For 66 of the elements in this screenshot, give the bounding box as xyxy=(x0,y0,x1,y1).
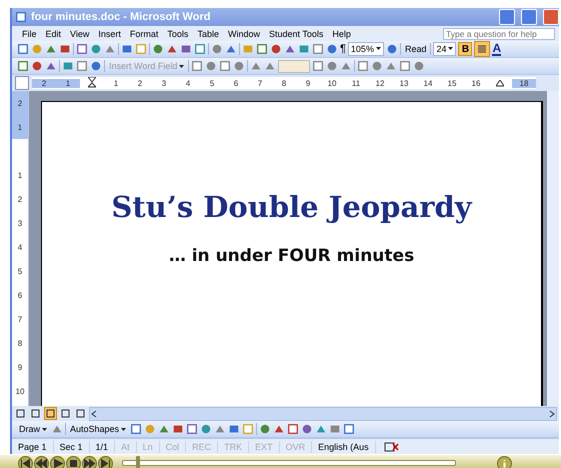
caret-icon[interactable] xyxy=(42,428,48,432)
bold-button[interactable]: B xyxy=(458,42,472,56)
close-button[interactable] xyxy=(543,9,559,25)
stop-icon[interactable] xyxy=(66,456,81,468)
draw-menu-button[interactable]: Draw xyxy=(17,424,50,434)
rewind-icon[interactable] xyxy=(34,456,49,468)
document-heading: Stu’s Double Jeopardy xyxy=(111,190,472,224)
read-button[interactable]: Read xyxy=(402,44,428,54)
caret-icon[interactable] xyxy=(121,428,126,432)
indent-marker-icon[interactable] xyxy=(88,77,96,89)
maximize-button[interactable] xyxy=(521,9,537,25)
caret-icon[interactable] xyxy=(376,47,381,51)
caret-icon[interactable] xyxy=(448,47,454,51)
skip-start-icon[interactable] xyxy=(18,456,33,468)
scroll-left-icon[interactable] xyxy=(90,410,98,418)
zoom-dropdown[interactable]: 105% xyxy=(348,42,384,56)
status-field: EXT xyxy=(249,440,280,452)
menu-item[interactable]: Window xyxy=(228,28,260,38)
horizontal-scrollbar[interactable] xyxy=(89,406,557,420)
menu-item[interactable]: File xyxy=(22,28,37,38)
menu-item[interactable]: Tools xyxy=(167,28,188,38)
skip-end-icon[interactable] xyxy=(98,456,113,468)
font-size-dropdown[interactable]: 24 xyxy=(433,42,456,56)
vertical-scrollbar[interactable] xyxy=(547,91,559,406)
status-field: Ln xyxy=(136,440,160,452)
status-field: 1/1 xyxy=(90,440,116,452)
help-search-field[interactable]: Type a question for help xyxy=(443,28,555,40)
fast-forward-icon[interactable] xyxy=(82,456,97,468)
align-button[interactable] xyxy=(474,41,490,57)
menu-item[interactable]: Student Tools xyxy=(268,28,324,38)
status-field: At xyxy=(115,440,137,452)
pilcrow-button[interactable]: ¶ xyxy=(340,43,346,55)
menu-item[interactable]: Help xyxy=(332,28,351,38)
status-field: TRK xyxy=(218,440,250,452)
web-view-icon[interactable] xyxy=(29,407,42,420)
status-field: English (Aus xyxy=(312,440,376,452)
menu-item[interactable]: Insert xyxy=(98,28,121,38)
autoshapes-menu-button[interactable]: AutoShapes xyxy=(68,424,128,434)
info-icon[interactable] xyxy=(497,456,512,468)
status-field: OVR xyxy=(280,440,312,452)
right-indent-marker-icon[interactable] xyxy=(496,80,504,86)
status-field: REC xyxy=(186,440,218,452)
font-color-button[interactable]: A xyxy=(492,42,502,56)
print-layout-icon[interactable] xyxy=(44,407,57,420)
play-icon[interactable] xyxy=(50,456,65,468)
window-title: four minutes.doc - Microsoft Word xyxy=(31,11,212,23)
menu-item[interactable]: Format xyxy=(130,28,158,38)
status-field: Col xyxy=(160,440,186,452)
minimize-button[interactable] xyxy=(499,9,515,25)
scroll-right-icon[interactable] xyxy=(548,410,556,418)
status-field: Sec 1 xyxy=(54,440,90,452)
spelling-status-icon xyxy=(384,440,400,452)
outline-view-icon[interactable] xyxy=(59,407,72,420)
tab-selector-button[interactable] xyxy=(15,76,29,90)
record-field[interactable] xyxy=(278,60,310,72)
menu-item[interactable]: Edit xyxy=(46,28,62,38)
reading-view-icon[interactable] xyxy=(74,407,87,420)
horizontal-ruler: 2 1 1 2 3 4 5 6 7 8 9 10 11 12 13 14 15 16 18 xyxy=(32,77,536,89)
status-field: Page 1 xyxy=(12,440,54,452)
document-subtitle: … in under FOUR minutes xyxy=(168,246,414,266)
caret-icon[interactable] xyxy=(179,65,184,69)
normal-view-icon[interactable] xyxy=(14,407,27,420)
menu-item[interactable]: View xyxy=(70,28,90,38)
seek-thumb[interactable] xyxy=(136,456,140,468)
vertical-ruler: 2 1 1 2 3 4 5 6 7 8 9 10 xyxy=(12,91,29,406)
menu-item[interactable]: Table xyxy=(197,28,219,38)
